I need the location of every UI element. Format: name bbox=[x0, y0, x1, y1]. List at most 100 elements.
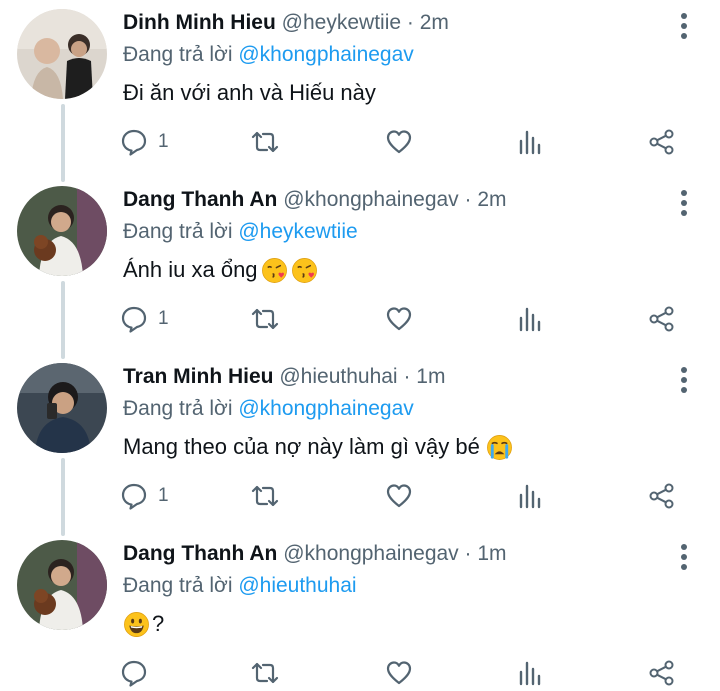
separator: · bbox=[403, 365, 411, 388]
replying-to-label: Đang trả lời bbox=[123, 397, 233, 420]
more-dots-icon bbox=[681, 367, 687, 393]
tweet-actions bbox=[120, 653, 700, 691]
display-name[interactable]: Dang Thanh An bbox=[123, 542, 277, 565]
tweet-text: ? bbox=[123, 607, 164, 641]
kissing-heart-emoji bbox=[291, 257, 318, 284]
avatar[interactable] bbox=[17, 363, 107, 453]
display-name[interactable]: Dinh Minh Hieu bbox=[123, 11, 276, 34]
username[interactable]: @hieuthuhai bbox=[279, 365, 397, 388]
mention-link[interactable]: @khongphainegav bbox=[238, 43, 413, 66]
tweet[interactable]: Tran Minh Hieu @hieuthuhai · 1m Đang trả… bbox=[0, 354, 720, 531]
retweet-button[interactable] bbox=[250, 122, 280, 162]
retweet-icon bbox=[251, 662, 279, 684]
more-dots-icon bbox=[681, 190, 687, 216]
separator: · bbox=[406, 11, 414, 34]
analytics-icon bbox=[519, 130, 541, 155]
tweet-text: Ánh iu xa ổng bbox=[123, 253, 318, 287]
more-options-button[interactable] bbox=[674, 364, 694, 400]
reply-button[interactable]: 1 bbox=[120, 299, 169, 339]
reply-button[interactable]: 1 bbox=[120, 476, 169, 516]
reply-icon bbox=[121, 483, 147, 510]
more-options-button[interactable] bbox=[674, 187, 694, 223]
tweet-actions: 1 bbox=[120, 476, 700, 516]
more-options-button[interactable] bbox=[674, 541, 694, 577]
tweet-text-content: ? bbox=[152, 611, 165, 636]
mention-link[interactable]: @khongphainegav bbox=[238, 397, 413, 420]
retweet-button[interactable] bbox=[250, 653, 280, 691]
reply-count: 1 bbox=[158, 308, 169, 329]
timestamp[interactable]: 1m bbox=[477, 542, 506, 565]
share-button[interactable] bbox=[648, 476, 676, 516]
like-button[interactable] bbox=[385, 299, 413, 339]
separator: · bbox=[464, 188, 472, 211]
kissing-heart-emoji bbox=[261, 257, 288, 284]
avatar-image bbox=[17, 9, 107, 99]
display-name[interactable]: Tran Minh Hieu bbox=[123, 365, 274, 388]
replying-to-label: Đang trả lời bbox=[123, 574, 233, 597]
share-icon bbox=[649, 306, 674, 332]
tweet-header: Dang Thanh An @khongphainegav · 2m bbox=[123, 185, 507, 215]
replying-to: Đang trả lời @khongphainegav bbox=[123, 40, 414, 70]
avatar[interactable] bbox=[17, 540, 107, 630]
separator: · bbox=[464, 542, 472, 565]
analytics-button[interactable] bbox=[518, 122, 544, 162]
avatar[interactable] bbox=[17, 9, 107, 99]
share-icon bbox=[649, 660, 674, 686]
tweet-header: Tran Minh Hieu @hieuthuhai · 1m bbox=[123, 362, 445, 392]
mention-link[interactable]: @heykewtiie bbox=[238, 220, 357, 243]
share-icon bbox=[649, 483, 674, 509]
share-button[interactable] bbox=[648, 122, 676, 162]
more-options-button[interactable] bbox=[674, 10, 694, 46]
retweet-button[interactable] bbox=[250, 476, 280, 516]
timestamp[interactable]: 1m bbox=[416, 365, 445, 388]
analytics-button[interactable] bbox=[518, 476, 544, 516]
username[interactable]: @khongphainegav bbox=[283, 188, 458, 211]
replying-to: Đang trả lời @khongphainegav bbox=[123, 394, 414, 424]
share-icon bbox=[649, 129, 674, 155]
reply-count: 1 bbox=[158, 485, 169, 506]
like-button[interactable] bbox=[385, 476, 413, 516]
tweet-header: Dinh Minh Hieu @heykewtiie · 2m bbox=[123, 8, 449, 38]
timestamp[interactable]: 2m bbox=[477, 188, 506, 211]
tweet-text: Đi ăn với anh và Hiếu này bbox=[123, 76, 376, 110]
retweet-icon bbox=[251, 131, 279, 153]
tweet[interactable]: Dang Thanh An @khongphainegav · 1m Đang … bbox=[0, 531, 720, 691]
avatar-image bbox=[17, 540, 107, 630]
replying-to: Đang trả lời @hieuthuhai bbox=[123, 571, 357, 601]
reply-count: 1 bbox=[158, 131, 169, 152]
retweet-icon bbox=[251, 485, 279, 507]
like-button[interactable] bbox=[385, 122, 413, 162]
retweet-icon bbox=[251, 308, 279, 330]
share-button[interactable] bbox=[648, 299, 676, 339]
username[interactable]: @khongphainegav bbox=[283, 542, 458, 565]
replying-to-label: Đang trả lời bbox=[123, 43, 233, 66]
display-name[interactable]: Dang Thanh An bbox=[123, 188, 277, 211]
tweet-text-content: Mang theo của nợ này làm gì vậy bé bbox=[123, 434, 480, 459]
analytics-button[interactable] bbox=[518, 299, 544, 339]
like-button[interactable] bbox=[385, 653, 413, 691]
timestamp[interactable]: 2m bbox=[420, 11, 449, 34]
analytics-button[interactable] bbox=[518, 653, 544, 691]
tweet-text-content: Ánh iu xa ổng bbox=[123, 257, 258, 282]
replying-to-label: Đang trả lời bbox=[123, 220, 233, 243]
reply-button[interactable] bbox=[120, 653, 158, 691]
reply-button[interactable]: 1 bbox=[120, 122, 169, 162]
tweet-text: Mang theo của nợ này làm gì vậy bé bbox=[123, 430, 513, 464]
avatar-image bbox=[17, 186, 107, 276]
crying-face-emoji bbox=[486, 434, 513, 461]
tweet[interactable]: Dang Thanh An @khongphainegav · 2m Đang … bbox=[0, 177, 720, 354]
heart-icon bbox=[386, 130, 412, 154]
mention-link[interactable]: @hieuthuhai bbox=[238, 574, 356, 597]
analytics-icon bbox=[519, 484, 541, 509]
avatar[interactable] bbox=[17, 186, 107, 276]
tweet-actions: 1 bbox=[120, 122, 700, 162]
reply-icon bbox=[121, 129, 147, 156]
analytics-icon bbox=[519, 307, 541, 332]
tweet-text-content: Đi ăn với anh và Hiếu này bbox=[123, 80, 376, 105]
tweet-header: Dang Thanh An @khongphainegav · 1m bbox=[123, 539, 507, 569]
share-button[interactable] bbox=[648, 653, 676, 691]
reply-icon bbox=[121, 660, 147, 687]
tweet[interactable]: Dinh Minh Hieu @heykewtiie · 2m Đang trả… bbox=[0, 0, 720, 177]
retweet-button[interactable] bbox=[250, 299, 280, 339]
username[interactable]: @heykewtiie bbox=[282, 11, 401, 34]
